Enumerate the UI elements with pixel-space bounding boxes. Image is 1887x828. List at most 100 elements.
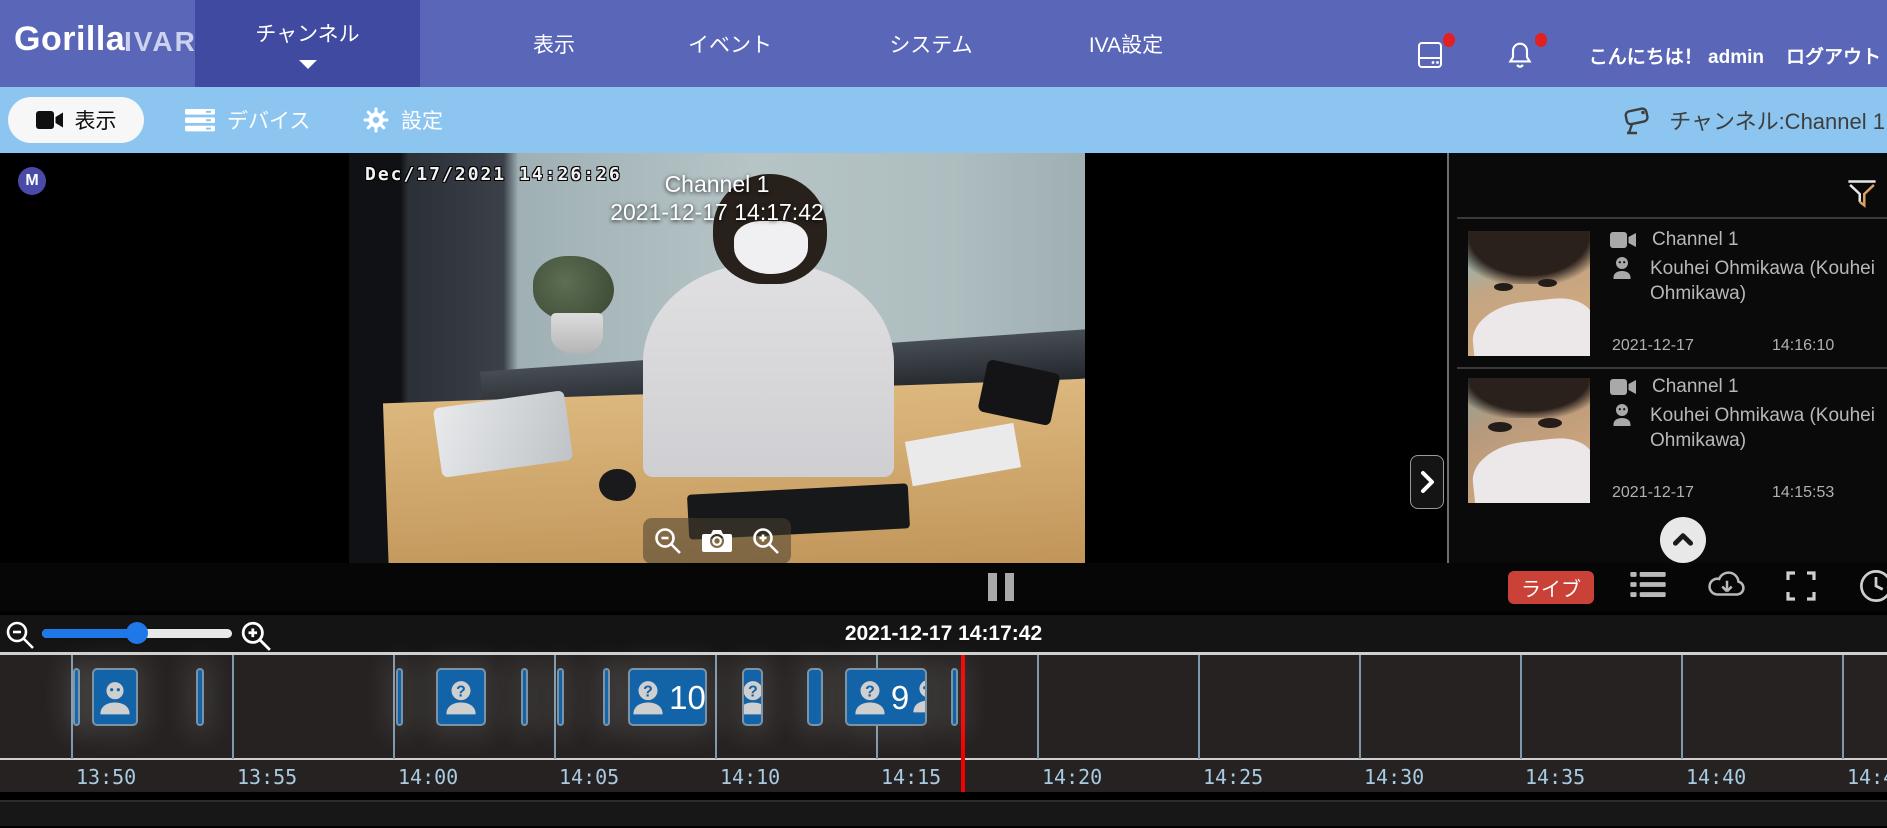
snapshot-camera-icon[interactable] (701, 529, 732, 553)
timeline-event-bar[interactable] (521, 668, 528, 726)
event-channel: Channel 1 (1652, 229, 1739, 250)
timeline-event-bar[interactable] (603, 668, 610, 726)
event-list-item[interactable]: Channel 1 Kouhei Ohmikawa (KouheiOhmikaw… (1449, 370, 1887, 516)
clock-icon[interactable] (1858, 568, 1887, 609)
timeline-event-group[interactable]: ? (436, 668, 486, 726)
current-channel-info: チャンネル:Channel 1 (1621, 87, 1885, 153)
timeline-playhead[interactable] (961, 655, 965, 792)
storage-icon[interactable] (1415, 32, 1455, 71)
face-thumbnail (1468, 231, 1590, 356)
timeline-gridline (232, 655, 234, 759)
bell-icon[interactable] (1507, 32, 1547, 71)
zoom-out-icon[interactable] (653, 526, 683, 556)
nav-tab-label: IVA設定 (1088, 33, 1164, 57)
event-channel: Channel 1 (1652, 376, 1739, 397)
nav-tab-3[interactable]: システム (886, 0, 976, 87)
event-count: 9 (890, 678, 910, 716)
timeline-event-bar[interactable] (73, 668, 80, 726)
brand-logo: Gorilla (14, 20, 126, 58)
settings-button[interactable]: 設定 (363, 87, 443, 153)
live-button[interactable]: ライブ (1508, 571, 1594, 604)
svg-text:?: ? (456, 684, 466, 701)
timeline-event-group[interactable]: ? 10 (628, 668, 707, 726)
timeline-tick-label: 14:35 (1525, 765, 1586, 789)
monitor-badge: M (18, 167, 46, 195)
person-icon (1613, 257, 1631, 279)
timeline-gridline (393, 655, 395, 759)
nav-tab-0[interactable]: チャンネル (195, 0, 420, 87)
video-datetime-overlay: 2021-12-17 14:17:42 (610, 199, 824, 225)
nav-tab-4[interactable]: IVA設定 (1078, 0, 1174, 87)
timeline-gridline (554, 655, 556, 759)
event-sidebar: Channel 1 Kouhei Ohmikawa (KouheiOhmikaw… (1447, 153, 1887, 563)
device-label: デバイス (227, 110, 311, 133)
fullscreen-icon[interactable] (1786, 571, 1816, 606)
nav-tab-2[interactable]: イベント (685, 0, 775, 87)
timeline-gridline (1842, 655, 1844, 759)
channel-info-text: チャンネル:Channel 1 (1669, 109, 1885, 134)
bottom-strip (0, 800, 1887, 826)
nav-tab-1[interactable]: 表示 (509, 0, 599, 87)
timeline-label-separator (0, 758, 1887, 760)
timeline-gridline (1198, 655, 1200, 759)
sidebar-expand-button[interactable] (1410, 455, 1444, 509)
person-icon (1613, 404, 1631, 426)
timeline-tick-label: 14:10 (720, 765, 781, 789)
device-button[interactable]: デバイス (185, 87, 310, 153)
timeline-event-bar[interactable] (396, 668, 403, 726)
playback-control-bar: ライブ (0, 563, 1887, 612)
pause-button[interactable] (988, 573, 1014, 601)
video-tool-overlay (643, 518, 791, 563)
timeline-tick-label: 14:05 (559, 765, 620, 789)
timeline-event-group[interactable]: ? 9 (845, 668, 927, 726)
camera-icon (1610, 232, 1636, 248)
brand-product-name: IVAR (124, 26, 197, 57)
event-list-item[interactable]: Channel 1 Kouhei Ohmikawa (KouheiOhmikaw… (1449, 223, 1887, 369)
timeline-tick-label: 14:15 (881, 765, 942, 789)
nav-tab-label: 表示 (533, 33, 575, 57)
timeline-event-bar[interactable] (807, 668, 823, 726)
top-nav: Gorilla IVAR チャンネル 表示 イベント システム IVA設定 こんにちは！… (0, 0, 1887, 87)
event-list-icon[interactable] (1630, 571, 1666, 603)
timeline-current-datetime: 2021-12-17 14:17:42 (844, 622, 1043, 645)
event-count: 10 (669, 678, 706, 716)
face-thumbnail (1468, 378, 1590, 503)
video-channel-title: Channel 1 (664, 171, 770, 197)
timeline-event-bar[interactable] (196, 668, 204, 726)
timeline-gridline (1681, 655, 1683, 759)
nav-tab-label: イベント (688, 33, 772, 57)
scroll-up-button[interactable] (1660, 517, 1706, 563)
alert-dot (1534, 32, 1547, 47)
download-icon[interactable] (1706, 569, 1748, 606)
event-time: 14:15:53 (1772, 484, 1835, 501)
greeting-text: こんにちは！ admin (1588, 47, 1764, 68)
filter-icon[interactable] (1845, 177, 1879, 211)
timeline-event-group[interactable]: ? (742, 668, 763, 726)
logout-link[interactable]: ログアウト (1786, 42, 1881, 69)
timeline-gridline (1359, 655, 1361, 759)
live-video-view[interactable]: Dec/17/2021 14:26:26 Channel 1 2021-12-1… (349, 153, 1085, 563)
timeline-tick-label: 14:40 (1686, 765, 1747, 789)
timeline-tick-label: 13:50 (76, 765, 137, 789)
cctv-camera-icon (1624, 107, 1649, 135)
zoom-in-icon[interactable] (751, 526, 781, 556)
timeline-tick-label: 13:55 (237, 765, 298, 789)
channel-toolbar: 表示 デバイス 設定 チャンネル:Channel 1 (0, 87, 1887, 153)
view-mode-button[interactable]: 表示 (8, 97, 144, 143)
settings-label: 設定 (401, 110, 443, 133)
timeline-tick-label: 14:25 (1203, 765, 1264, 789)
main-area: M Dec/17/2021 14:26:26 Channel 1 2021-12… (0, 153, 1887, 563)
svg-text:?: ? (643, 684, 653, 701)
timeline-event-bar[interactable] (557, 668, 564, 726)
timeline-event-group[interactable] (92, 668, 138, 726)
divider (1457, 217, 1887, 219)
event-person-name: Kouhei Ohmikawa (KouheiOhmikawa) (1650, 258, 1875, 304)
svg-text:?: ? (865, 684, 875, 701)
timeline-gridline (715, 655, 717, 759)
nav-right-cluster: こんにちは！ admin ログアウト (1415, 0, 1881, 87)
timeline-event-bar[interactable] (951, 668, 958, 726)
timeline-gridline (1037, 655, 1039, 759)
app-window: Gorilla IVAR チャンネル 表示 イベント システム IVA設定 こんにちは！… (0, 0, 1887, 828)
view-mode-label: 表示 (74, 110, 117, 133)
timeline-track[interactable]: 13:50 13:55 14:00 14:05 14:10 14:15 14:20 14:25… (0, 652, 1887, 792)
